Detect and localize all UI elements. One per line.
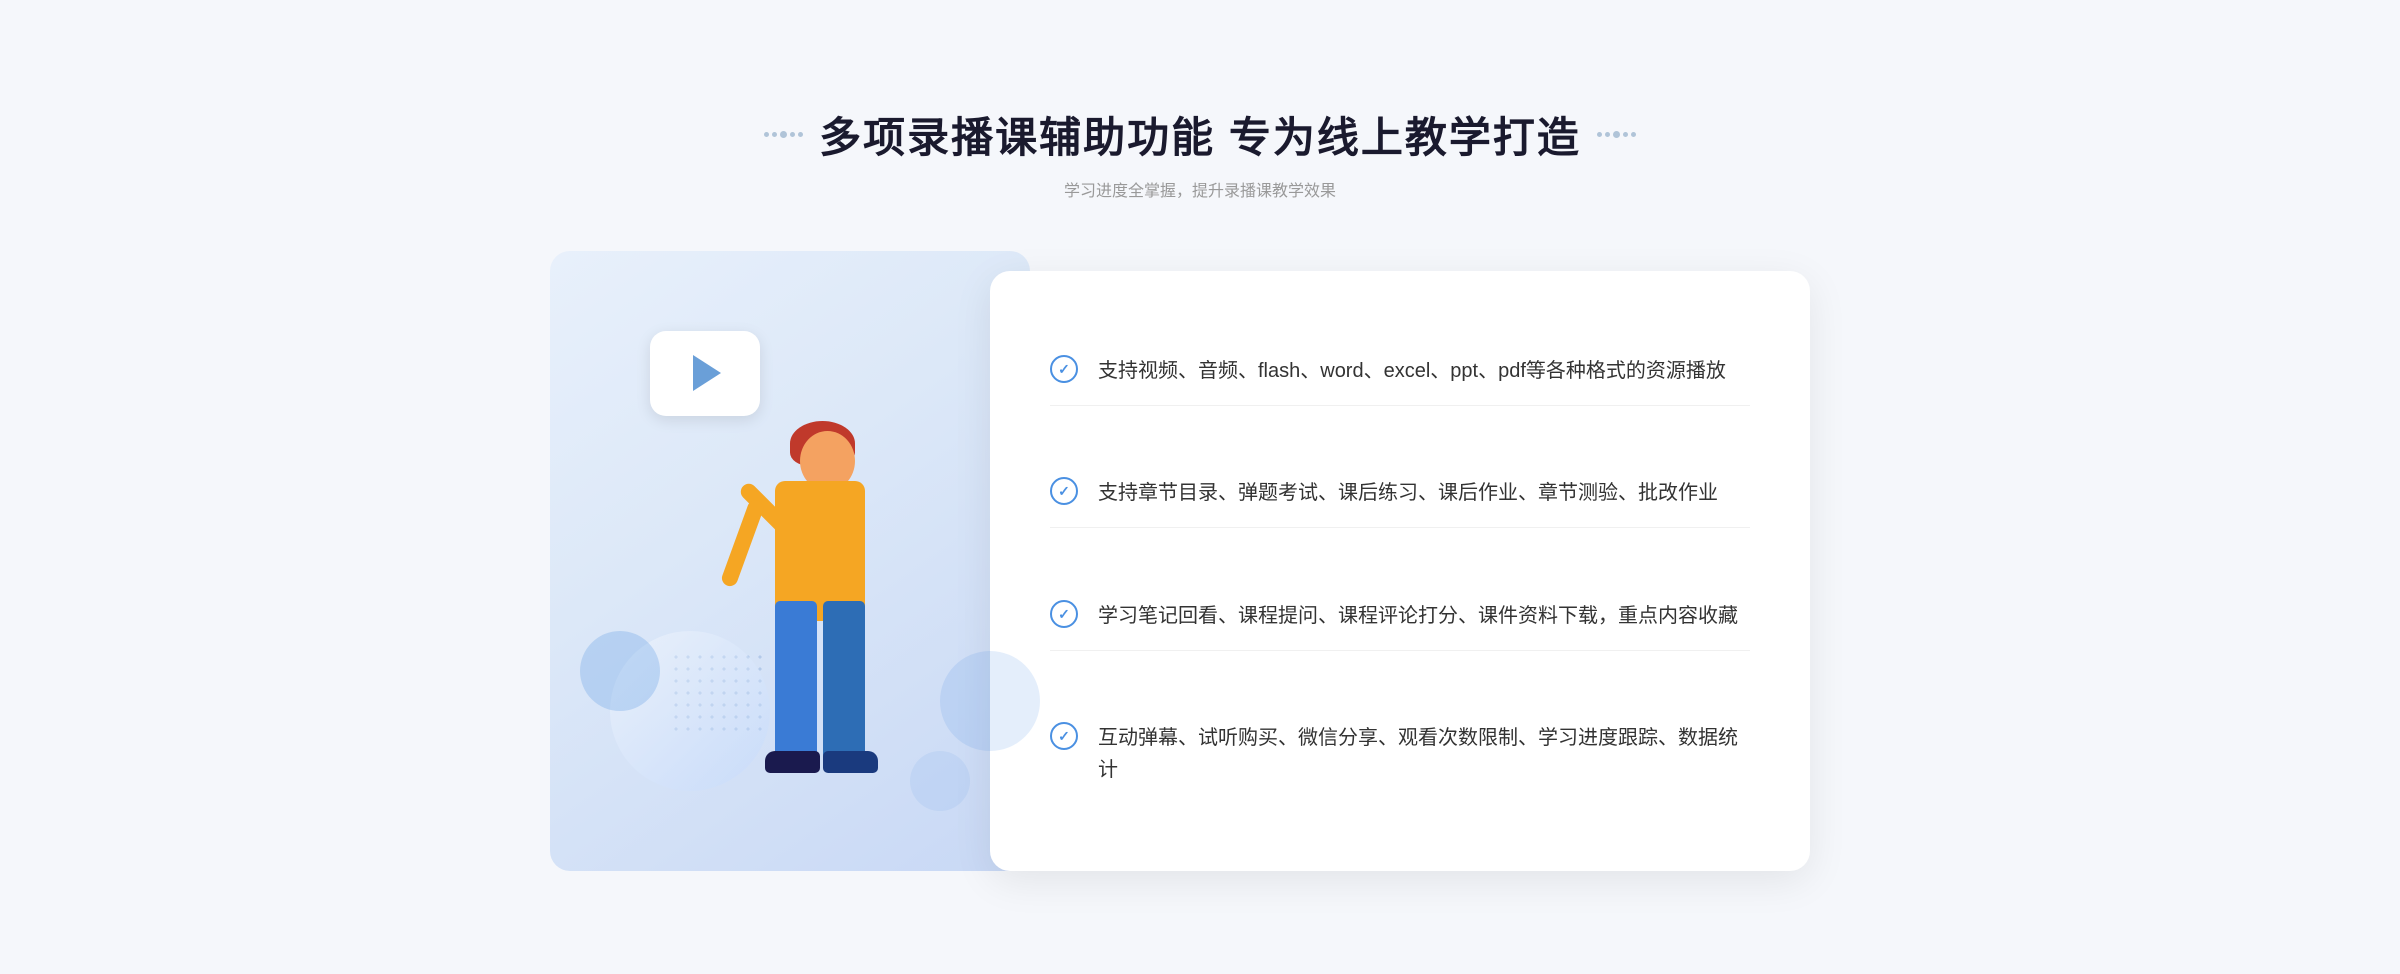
dot-5	[798, 132, 803, 137]
check-icon-4: ✓	[1050, 722, 1078, 750]
dot-9	[1623, 132, 1628, 137]
check-icon-1: ✓	[1050, 355, 1078, 383]
person-arm-right	[720, 498, 766, 588]
feature-text-1: 支持视频、音频、flash、word、excel、ppt、pdf等各种格式的资源…	[1098, 355, 1726, 387]
person-pants-left	[775, 601, 817, 761]
features-panel: ✓ 支持视频、音频、flash、word、excel、ppt、pdf等各种格式的…	[990, 271, 1810, 871]
person-pants-right	[823, 601, 865, 761]
play-triangle-icon	[693, 355, 721, 391]
check-mark-1: ✓	[1058, 362, 1070, 376]
dot-7	[1605, 132, 1610, 137]
dot-3	[780, 131, 787, 138]
check-icon-2: ✓	[1050, 477, 1078, 505]
deco-circle-light	[910, 751, 970, 811]
content-area: »	[550, 251, 1850, 871]
feature-text-3: 学习笔记回看、课程提问、课程评论打分、课件资料下载，重点内容收藏	[1098, 600, 1738, 632]
check-mark-2: ✓	[1058, 484, 1070, 498]
main-title: 多项录播课辅助功能 专为线上教学打造	[764, 104, 1636, 165]
person-shoe-right	[823, 751, 878, 773]
dot-6	[1597, 132, 1602, 137]
page-wrapper: 多项录播课辅助功能 专为线上教学打造 学习进度全掌握，提升录播课教学效果 »	[0, 0, 2400, 974]
feature-item-1: ✓ 支持视频、音频、flash、word、excel、ppt、pdf等各种格式的…	[1050, 337, 1750, 406]
dot-1	[764, 132, 769, 137]
person-shoe-left	[765, 751, 820, 773]
subtitle: 学习进度全掌握，提升录播课教学效果	[764, 177, 1636, 201]
dot-2	[772, 132, 777, 137]
title-dots-left	[764, 131, 803, 138]
header-section: 多项录播课辅助功能 专为线上教学打造 学习进度全掌握，提升录播课教学效果	[764, 104, 1636, 201]
feature-item-4: ✓ 互动弹幕、试听购买、微信分享、观看次数限制、学习进度跟踪、数据统计	[1050, 704, 1750, 804]
feature-item-3: ✓ 学习笔记回看、课程提问、课程评论打分、课件资料下载，重点内容收藏	[1050, 582, 1750, 651]
title-dots-right	[1597, 131, 1636, 138]
check-icon-3: ✓	[1050, 600, 1078, 628]
person-body	[775, 481, 865, 621]
feature-text-2: 支持章节目录、弹题考试、课后练习、课后作业、章节测验、批改作业	[1098, 477, 1718, 509]
check-mark-3: ✓	[1058, 607, 1070, 621]
dot-8	[1613, 131, 1620, 138]
feature-text-4: 互动弹幕、试听购买、微信分享、观看次数限制、学习进度跟踪、数据统计	[1098, 722, 1750, 786]
check-mark-4: ✓	[1058, 729, 1070, 743]
feature-item-2: ✓ 支持章节目录、弹题考试、课后练习、课后作业、章节测验、批改作业	[1050, 459, 1750, 528]
deco-circle-blue	[940, 651, 1040, 751]
person-illustration	[690, 391, 890, 871]
title-text: 多项录播课辅助功能 专为线上教学打造	[819, 104, 1581, 165]
circle-decoration-small	[580, 631, 660, 711]
dot-4	[790, 132, 795, 137]
dot-10	[1631, 132, 1636, 137]
play-bubble	[650, 331, 760, 416]
